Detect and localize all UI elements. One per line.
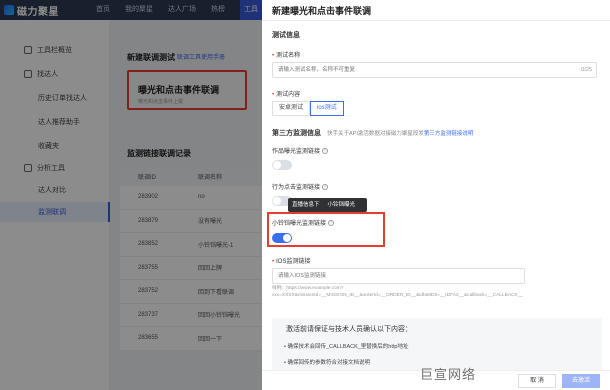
- third-party-desc: 快手关于API激活数据对接磁力聚星段发第三方监测链接说明: [327, 131, 474, 137]
- platform-segmented: 安卓测试 ios测试: [272, 101, 344, 116]
- test-name-label: • 测试名称: [272, 53, 301, 59]
- toggle-knob: [273, 161, 281, 169]
- tooltip-right-text: 小铃铛曝光: [327, 202, 356, 208]
- question-icon[interactable]: ?: [322, 148, 329, 155]
- toggle-knob: [273, 197, 281, 205]
- notice-title: 激活前请保证与技术人员确认以下内容：: [286, 326, 412, 333]
- drawer-backdrop[interactable]: [0, 0, 262, 390]
- third-party-title: 第三方监测信息: [272, 130, 321, 137]
- android-test-tab[interactable]: 安卓测试: [272, 101, 311, 116]
- third-party-link[interactable]: 第三方监测链接说明: [424, 131, 474, 137]
- ios-monitor-label: • IOS监测链接: [272, 259, 311, 265]
- ios-monitor-input[interactable]: [272, 268, 525, 284]
- toggle-knob: [283, 234, 291, 242]
- question-icon[interactable]: ?: [328, 220, 335, 227]
- example-line: xxx=XXXX&missionId=__MISSION_ID__&orderI…: [272, 293, 524, 298]
- notice-item: • 确保回传的参数符合对接文档说明: [284, 360, 370, 366]
- question-icon[interactable]: ?: [322, 184, 329, 191]
- drawer-title: 新建曝光和点击事件联调: [272, 6, 372, 16]
- example-text: 样例：https://www.example.com? xxx=XXXX&mis…: [272, 285, 602, 299]
- new-debug-drawer: 新建曝光和点击事件联调 测试信息 •测试名称 0/25 •测试内容 安卓测试 i…: [262, 0, 610, 390]
- example-line: 样例：https://www.example.com?: [272, 286, 344, 291]
- works-exposure-toggle[interactable]: [272, 160, 292, 170]
- cancel-button[interactable]: 取 消: [518, 374, 556, 388]
- behavior-click-label: 行为点击监测链接?: [272, 184, 329, 191]
- bell-exposure-label: 小铃铛曝光监测链接?: [272, 220, 335, 227]
- works-exposure-label: 作品曝光监测链接?: [272, 148, 329, 155]
- ios-test-tab[interactable]: ios测试: [310, 101, 344, 116]
- test-content-label: • 测试内容: [272, 92, 301, 98]
- tooltip-left-text: 直播信息下: [292, 202, 320, 208]
- watermark: 巨宣网络: [420, 367, 477, 382]
- activate-button[interactable]: 去激活: [562, 374, 600, 388]
- test-name-counter: 0/25: [581, 67, 592, 73]
- tooltip: 直播信息下 小铃铛曝光: [288, 198, 368, 212]
- notice-item: • 确保技术会回传_CALLBACK_里替换后的http地址: [284, 344, 409, 350]
- test-name-input[interactable]: [272, 62, 597, 78]
- divider: [262, 20, 610, 21]
- bell-exposure-toggle[interactable]: [272, 233, 292, 243]
- section-test-info: 测试信息: [272, 32, 300, 39]
